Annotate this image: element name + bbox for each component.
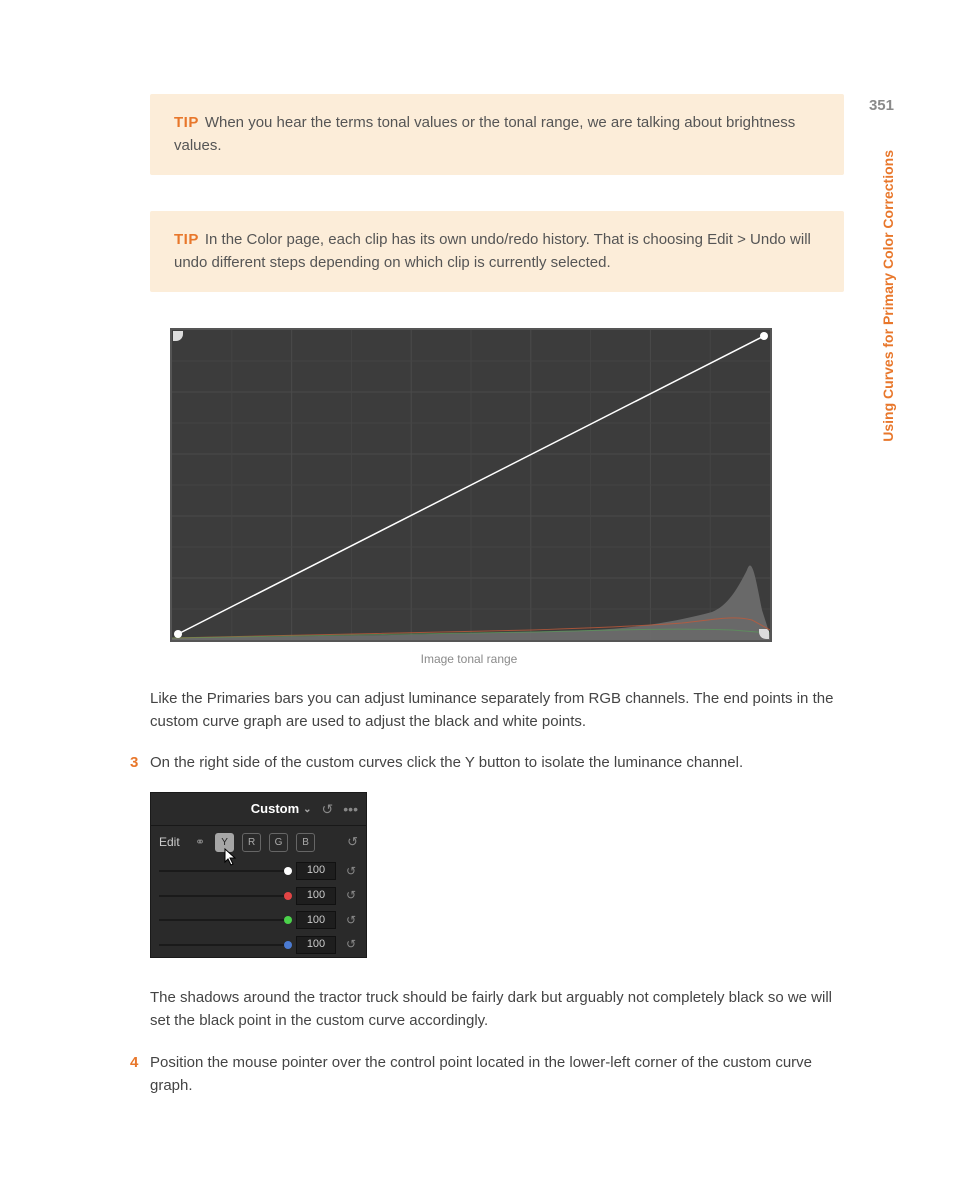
- link-icon[interactable]: ⚭: [195, 833, 205, 852]
- step-text: Position the mouse pointer over the cont…: [150, 1051, 844, 1098]
- slider-track[interactable]: [159, 919, 288, 921]
- step-text: On the right side of the custom curves c…: [150, 751, 844, 774]
- step-item: 3 On the right side of the custom curves…: [130, 751, 844, 774]
- channel-y-button[interactable]: Y: [215, 833, 234, 852]
- channel-slider-row: 100 ↺: [151, 932, 366, 957]
- slider-value[interactable]: 100: [296, 936, 336, 954]
- slider-handle[interactable]: [284, 941, 292, 949]
- slider-value[interactable]: 100: [296, 911, 336, 929]
- curve-grid: [172, 330, 770, 640]
- channel-slider-row: 100 ↺: [151, 908, 366, 933]
- reset-icon[interactable]: ↺: [344, 935, 358, 954]
- slider-handle[interactable]: [284, 867, 292, 875]
- slider-value[interactable]: 100: [296, 887, 336, 905]
- curve-x-axis-label: Image tonal range: [170, 650, 768, 669]
- custom-curve-graph[interactable]: [170, 328, 772, 642]
- corner-handle-top-left[interactable]: [173, 331, 183, 341]
- channel-slider-row: 100 ↺: [151, 859, 366, 884]
- slider-handle[interactable]: [284, 892, 292, 900]
- channel-b-button[interactable]: B: [296, 833, 315, 852]
- reset-icon[interactable]: ↺: [344, 862, 358, 881]
- reset-icon[interactable]: ↺: [344, 886, 358, 905]
- curves-edit-panel: Custom ⌄ ↺ ••• Edit ⚭ Y R G B ↺ 100 ↺ 100 ↺…: [150, 792, 367, 958]
- step-number: 3: [130, 751, 150, 774]
- reset-icon[interactable]: ↺: [344, 911, 358, 930]
- reset-icon[interactable]: ↺: [322, 802, 334, 816]
- slider-track[interactable]: [159, 944, 288, 946]
- chevron-down-icon: ⌄: [303, 802, 311, 818]
- page-number: 351: [869, 94, 894, 117]
- panel-title-label: Custom: [251, 799, 299, 819]
- slider-value[interactable]: 100: [296, 862, 336, 880]
- body-paragraph: The shadows around the tractor truck sho…: [150, 986, 844, 1033]
- tip-box: TIPWhen you hear the terms tonal values …: [150, 94, 844, 175]
- tip-label: TIP: [174, 114, 199, 131]
- tip-label: TIP: [174, 231, 199, 248]
- channel-slider-row: 100 ↺: [151, 883, 366, 908]
- curve-graph-figure: Tonal range: [170, 328, 844, 642]
- curve-white-point[interactable]: [760, 332, 768, 340]
- step-item: 4 Position the mouse pointer over the co…: [130, 1051, 844, 1098]
- tip-text: In the Color page, each clip has its own…: [174, 231, 811, 271]
- reset-icon[interactable]: ↺: [347, 832, 358, 852]
- slider-handle[interactable]: [284, 916, 292, 924]
- panel-title[interactable]: Custom ⌄: [251, 799, 312, 819]
- body-paragraph: Like the Primaries bars you can adjust l…: [150, 687, 844, 734]
- tip-text: When you hear the terms tonal values or …: [174, 114, 795, 154]
- slider-track[interactable]: [159, 895, 288, 897]
- curve-black-point[interactable]: [174, 630, 182, 638]
- edit-label: Edit: [159, 833, 187, 852]
- tip-box: TIPIn the Color page, each clip has its …: [150, 211, 844, 292]
- slider-track[interactable]: [159, 870, 288, 872]
- more-icon[interactable]: •••: [343, 802, 358, 816]
- channel-g-button[interactable]: G: [269, 833, 288, 852]
- section-side-label: Using Curves for Primary Color Correctio…: [878, 150, 900, 442]
- channel-r-button[interactable]: R: [242, 833, 261, 852]
- step-number: 4: [130, 1051, 150, 1098]
